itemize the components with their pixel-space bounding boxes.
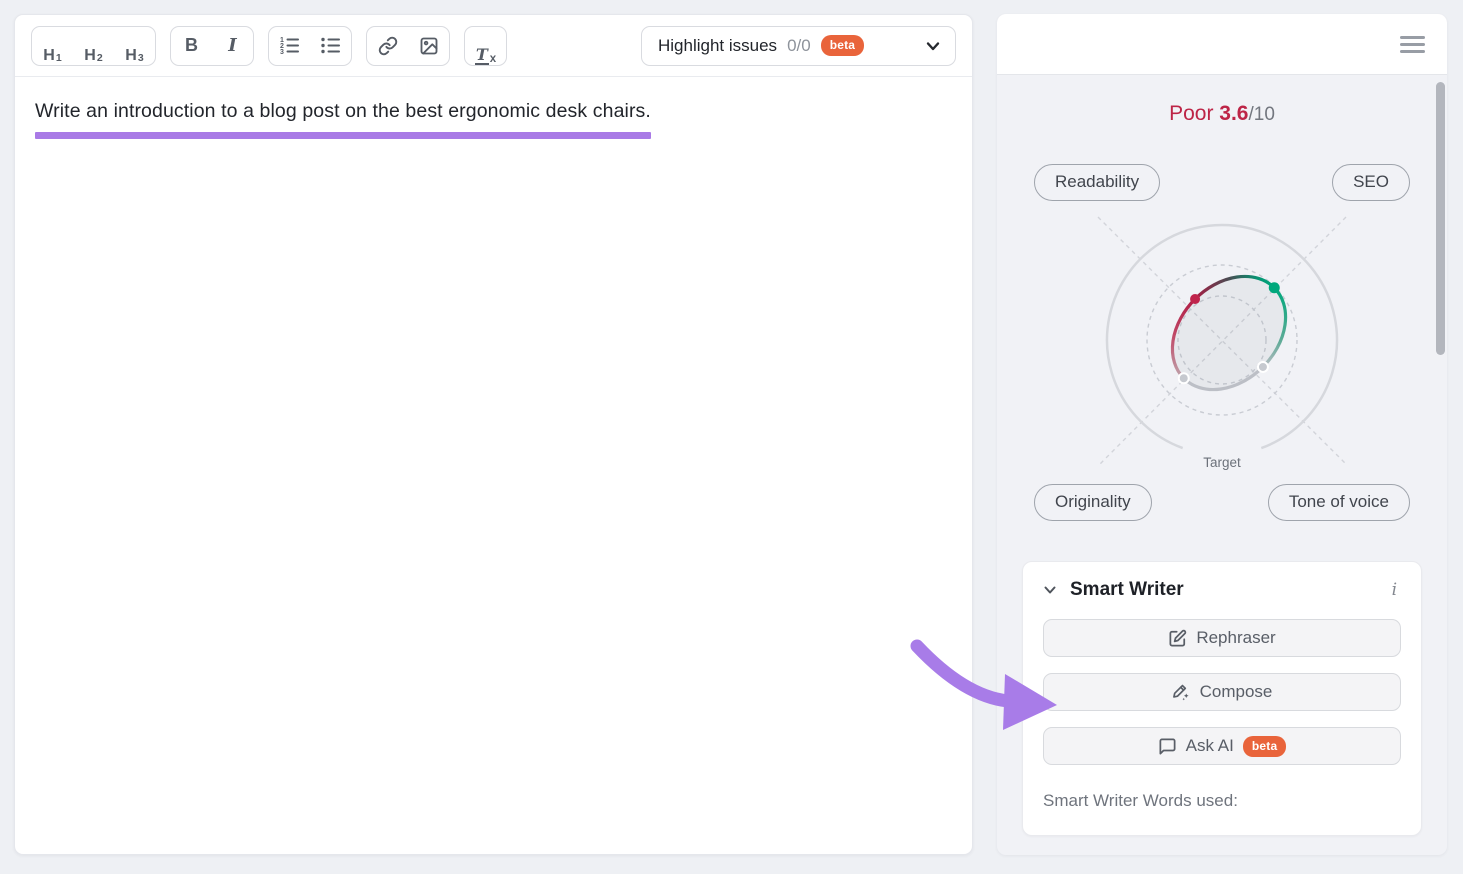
- clear-formatting-icon: T: [475, 47, 489, 65]
- readability-pill[interactable]: Readability: [1034, 164, 1160, 201]
- insert-image-button[interactable]: [408, 27, 449, 65]
- editor-panel: H1 H2 H3 B I 1 2 3: [14, 14, 973, 855]
- ordered-list-icon: 1 2 3: [279, 35, 300, 56]
- issues-count: 0/0: [787, 36, 811, 56]
- beta-badge: beta: [821, 35, 864, 56]
- highlight-issues-dropdown[interactable]: Highlight issues 0/0 beta: [641, 26, 956, 66]
- compose-label: Compose: [1200, 682, 1273, 702]
- highlight-issues-label: Highlight issues: [658, 36, 777, 56]
- format-button-group: B I: [170, 26, 254, 66]
- overall-score: Poor 3.6/10: [997, 102, 1447, 126]
- magic-pen-icon: [1172, 683, 1191, 702]
- editor-content[interactable]: Write an introduction to a blog post on …: [15, 77, 972, 162]
- score-grade: Poor: [1169, 102, 1213, 125]
- h1-button[interactable]: H1: [32, 27, 73, 65]
- smart-writer-header: Smart Writer i: [1043, 579, 1401, 601]
- score-gauge: Target: [997, 207, 1447, 484]
- italic-button[interactable]: I: [212, 27, 253, 65]
- sidebar-panel: Poor 3.6/10 Readability SEO: [997, 14, 1447, 855]
- list-button-group: 1 2 3: [268, 26, 352, 66]
- h3-button[interactable]: H3: [114, 27, 155, 65]
- image-icon: [419, 36, 439, 56]
- clear-formatting-button[interactable]: Tx: [465, 27, 506, 65]
- compose-button[interactable]: Compose: [1043, 673, 1401, 711]
- seo-pill[interactable]: SEO: [1332, 164, 1410, 201]
- chat-bubble-icon: [1158, 737, 1177, 756]
- target-label: Target: [1203, 455, 1241, 470]
- rephraser-label: Rephraser: [1196, 628, 1275, 648]
- bold-button[interactable]: B: [171, 27, 212, 65]
- link-icon: [378, 36, 398, 56]
- gauge-bottom-labels: Originality Tone of voice: [997, 484, 1447, 521]
- collapse-chevron-icon[interactable]: [1043, 583, 1057, 597]
- info-icon[interactable]: i: [1388, 580, 1401, 600]
- score-value: 3.6: [1219, 102, 1248, 125]
- editor-toolbar: H1 H2 H3 B I 1 2 3: [15, 15, 972, 77]
- svg-text:3: 3: [280, 49, 284, 56]
- insert-link-button[interactable]: [367, 27, 408, 65]
- ordered-list-button[interactable]: 1 2 3: [269, 27, 310, 65]
- menu-icon[interactable]: [1400, 32, 1425, 57]
- sidebar-scrollbar-thumb[interactable]: [1436, 82, 1445, 355]
- originality-pill[interactable]: Originality: [1034, 484, 1152, 521]
- ask-ai-button[interactable]: Ask AI beta: [1043, 727, 1401, 765]
- bullet-list-button[interactable]: [310, 27, 351, 65]
- insert-button-group: [366, 26, 450, 66]
- score-max: /10: [1248, 104, 1274, 125]
- h2-button[interactable]: H2: [73, 27, 114, 65]
- clear-format-group: Tx: [464, 26, 507, 66]
- words-used-label: Smart Writer Words used:: [1043, 791, 1401, 811]
- ask-ai-beta-badge: beta: [1243, 736, 1286, 757]
- rephraser-button[interactable]: Rephraser: [1043, 619, 1401, 657]
- sidebar-header: [997, 14, 1447, 75]
- bullet-list-icon: [320, 35, 341, 56]
- smart-writer-card: Smart Writer i Rephraser Compose Ask A: [1022, 561, 1422, 836]
- smart-writer-title: Smart Writer: [1070, 579, 1184, 601]
- document-text[interactable]: Write an introduction to a blog post on …: [35, 100, 651, 139]
- tone-of-voice-pill[interactable]: Tone of voice: [1268, 484, 1410, 521]
- heading-button-group: H1 H2 H3: [31, 26, 156, 66]
- gauge-top-labels: Readability SEO: [997, 164, 1447, 201]
- ask-ai-label: Ask AI: [1186, 736, 1234, 756]
- chevron-down-icon: [925, 38, 941, 54]
- edit-square-icon: [1168, 629, 1187, 648]
